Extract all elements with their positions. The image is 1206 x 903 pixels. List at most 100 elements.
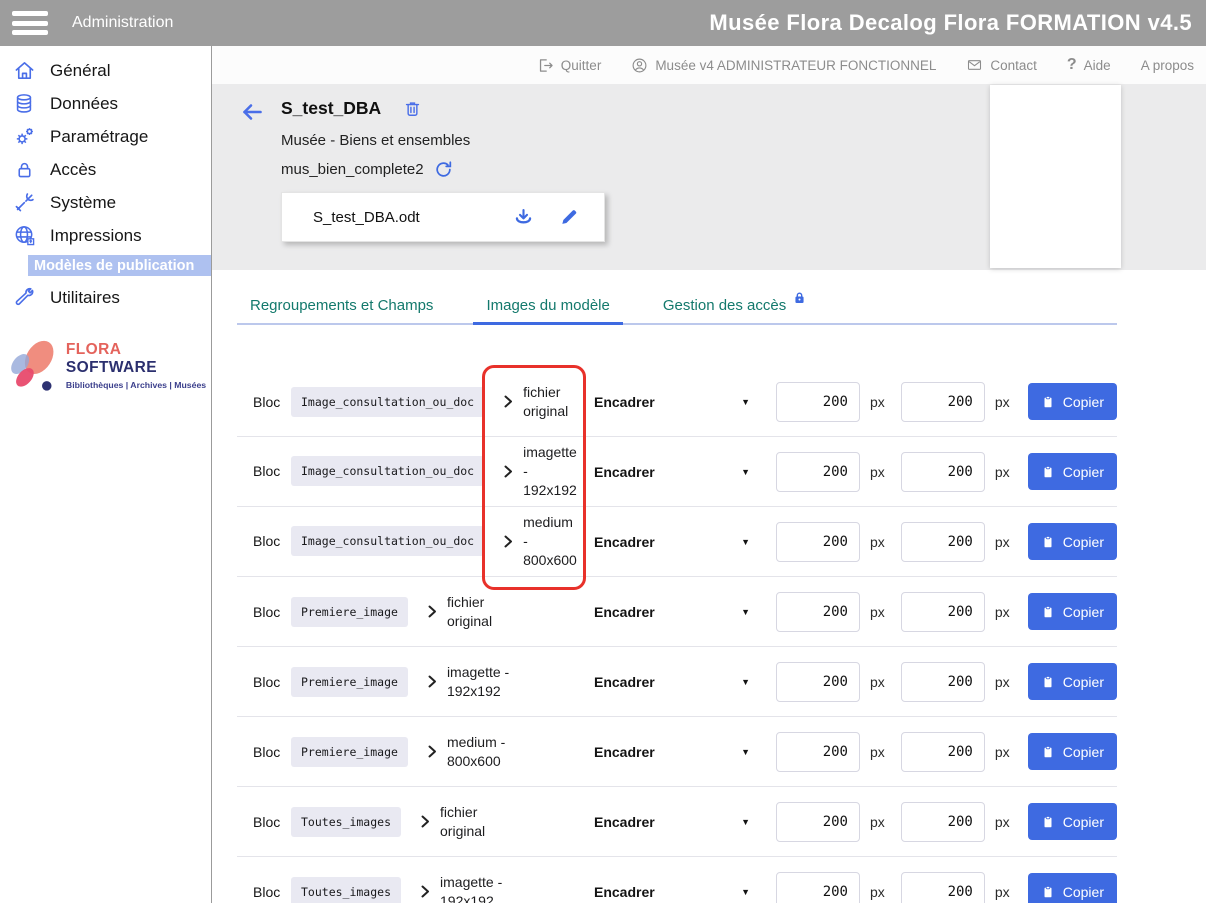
fit-mode-select[interactable]: Encadrer ▼: [594, 604, 750, 620]
user-icon: [631, 57, 648, 74]
variant-label: fichier original: [440, 803, 485, 841]
copy-button[interactable]: Copier: [1028, 523, 1117, 560]
width-input[interactable]: [776, 382, 860, 422]
sidebar-item-impressions[interactable]: Impressions: [0, 219, 211, 252]
flora-software-logo: FLORA SOFTWARE Bibliothèques | Archives …: [4, 332, 209, 398]
edit-pencil-icon[interactable]: [559, 207, 579, 227]
px-unit-label: px: [995, 464, 1010, 480]
sidebar-item-parametrage[interactable]: Paramétrage: [0, 120, 211, 153]
width-input[interactable]: [776, 522, 860, 562]
sidebar-item-modeles-de-publication[interactable]: Modèles de publication: [28, 255, 211, 276]
image-variant: fichier original: [427, 593, 492, 631]
quit-button[interactable]: Quitter: [537, 57, 602, 74]
image-variant: medium - 800x600: [503, 513, 577, 570]
table-row: Bloc Premiere_image imagette - 192x192 E…: [237, 647, 1117, 717]
chevron-right-icon: [503, 534, 514, 549]
copy-button[interactable]: Copier: [1028, 383, 1117, 420]
width-input[interactable]: [776, 872, 860, 903]
sidebar-item-acces[interactable]: Accès: [0, 153, 211, 186]
sidebar-item-general[interactable]: Général: [0, 54, 211, 87]
mail-icon: [966, 57, 983, 73]
table-row: Bloc Image_consultation_ou_doc fichier o…: [237, 367, 1117, 437]
clipboard-icon: [1041, 814, 1055, 830]
height-input[interactable]: [901, 592, 985, 632]
fit-mode-select[interactable]: Encadrer ▼: [594, 814, 750, 830]
height-input[interactable]: [901, 662, 985, 702]
fit-mode-value: Encadrer: [594, 534, 655, 550]
height-input[interactable]: [901, 732, 985, 772]
chevron-right-icon: [420, 814, 431, 829]
chevron-right-icon: [503, 394, 514, 409]
height-input[interactable]: [901, 452, 985, 492]
px-unit-label: px: [870, 534, 885, 550]
table-row: Bloc Toutes_images fichier original Enca…: [237, 787, 1117, 857]
hamburger-menu-icon[interactable]: [12, 11, 48, 35]
model-title: S_test_DBA: [281, 98, 381, 119]
tab-images-du-modele[interactable]: Images du modèle: [473, 288, 622, 325]
fit-mode-select[interactable]: Encadrer ▼: [594, 534, 750, 550]
help-button[interactable]: ? Aide: [1067, 56, 1111, 74]
logo-brand-software: SOFTWARE: [66, 359, 157, 376]
copy-button[interactable]: Copier: [1028, 873, 1117, 903]
fit-mode-select[interactable]: Encadrer ▼: [594, 674, 750, 690]
fit-mode-select[interactable]: Encadrer ▼: [594, 744, 750, 760]
width-input[interactable]: [776, 732, 860, 772]
table-row: Bloc Premiere_image medium - 800x600 Enc…: [237, 717, 1117, 787]
sidebar-item-label: Paramétrage: [50, 127, 148, 147]
copy-button[interactable]: Copier: [1028, 453, 1117, 490]
question-mark-icon: ?: [1067, 56, 1077, 74]
px-unit-label: px: [870, 884, 885, 900]
width-input[interactable]: [776, 592, 860, 632]
topbar: Quitter Musée v4 ADMINISTRATEUR FONCTION…: [212, 46, 1206, 84]
sidebar-item-label: Accès: [50, 160, 96, 180]
bloc-name-chip: Toutes_images: [291, 877, 401, 903]
image-blocks-table: Bloc Image_consultation_ou_doc fichier o…: [237, 325, 1117, 903]
tab-gestion-des-acces[interactable]: Gestion des accès: [650, 288, 820, 325]
bloc-label: Bloc: [253, 604, 291, 620]
app-header: Administration Musée Flora Decalog Flora…: [0, 0, 1206, 46]
clipboard-icon: [1041, 464, 1055, 480]
refresh-icon[interactable]: [434, 160, 453, 179]
sidebar-item-donnees[interactable]: Données: [0, 87, 211, 120]
sidebar-item-utilitaires[interactable]: Utilitaires: [0, 281, 211, 314]
image-variant: imagette - 192x192: [503, 443, 577, 500]
width-input[interactable]: [776, 802, 860, 842]
fit-mode-value: Encadrer: [594, 814, 655, 830]
variant-label: medium - 800x600: [447, 733, 505, 771]
chevron-right-icon: [503, 464, 514, 479]
clipboard-icon: [1041, 674, 1055, 690]
bloc-label: Bloc: [253, 463, 291, 479]
current-user[interactable]: Musée v4 ADMINISTRATEUR FONCTIONNEL: [631, 57, 936, 74]
variant-label: imagette - 192x192: [447, 663, 509, 701]
download-icon[interactable]: [512, 207, 535, 228]
contact-button[interactable]: Contact: [966, 57, 1037, 73]
tab-regroupements-et-champs[interactable]: Regroupements et Champs: [237, 288, 446, 325]
px-unit-label: px: [870, 674, 885, 690]
height-input[interactable]: [901, 802, 985, 842]
chevron-right-icon: [427, 674, 438, 689]
fit-mode-value: Encadrer: [594, 604, 655, 620]
about-button[interactable]: A propos: [1141, 58, 1194, 73]
height-input[interactable]: [901, 382, 985, 422]
globe-icon: [11, 224, 37, 247]
copy-button[interactable]: Copier: [1028, 663, 1117, 700]
fit-mode-select[interactable]: Encadrer ▼: [594, 884, 750, 900]
width-input[interactable]: [776, 452, 860, 492]
copy-button[interactable]: Copier: [1028, 593, 1117, 630]
copy-button[interactable]: Copier: [1028, 733, 1117, 770]
delete-trash-icon[interactable]: [403, 98, 422, 119]
fit-mode-select[interactable]: Encadrer ▼: [594, 464, 750, 480]
sidebar-item-label: Système: [50, 193, 116, 213]
height-input[interactable]: [901, 522, 985, 562]
px-unit-label: px: [870, 464, 885, 480]
px-unit-label: px: [995, 394, 1010, 410]
image-variant: medium - 800x600: [427, 733, 505, 771]
width-input[interactable]: [776, 662, 860, 702]
sidebar-item-systeme[interactable]: Système: [0, 186, 211, 219]
copy-button[interactable]: Copier: [1028, 803, 1117, 840]
height-input[interactable]: [901, 872, 985, 903]
fit-mode-select[interactable]: Encadrer ▼: [594, 394, 750, 410]
detail-header-band: S_test_DBA Musée - Biens et ensembles mu…: [212, 84, 1206, 270]
back-button[interactable]: [238, 100, 266, 242]
back-arrow-icon: [238, 100, 266, 124]
